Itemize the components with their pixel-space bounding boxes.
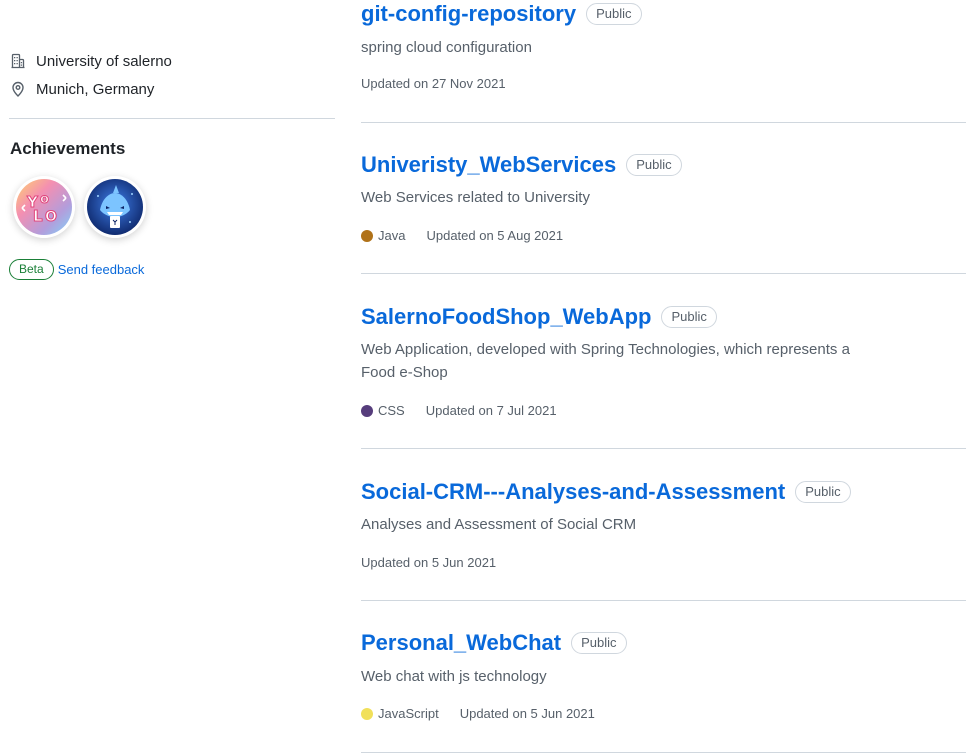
repo-footer: CSS Updated on 7 Jul 2021 <box>361 403 557 418</box>
yolo-badge-icon[interactable]: Y o L O <box>13 176 75 238</box>
repo-language-label: CSS <box>378 403 405 418</box>
repo-name-link[interactable]: SalernoFoodShop_WebApp <box>361 303 651 331</box>
repo-footer: Updated on 27 Nov 2021 <box>361 76 506 91</box>
send-feedback-link[interactable]: Send feedback <box>58 262 145 277</box>
profile-sidebar: University of salerno Munich, Germany Ac… <box>0 0 345 755</box>
repo-divider <box>361 273 966 274</box>
repo-footer: Java Updated on 5 Aug 2021 <box>361 228 563 243</box>
organization-label: University of salerno <box>36 52 172 70</box>
svg-text:L: L <box>33 207 43 225</box>
shark-badge-icon[interactable] <box>84 176 146 238</box>
achievements-title: Achievements <box>10 139 126 158</box>
repo-divider <box>361 600 966 601</box>
visibility-badge: Public <box>795 481 851 503</box>
repo-language-label: JavaScript <box>378 706 439 721</box>
building-icon <box>9 52 27 70</box>
location-label: Munich, Germany <box>36 80 155 98</box>
repo-updated: Updated on 7 Jul 2021 <box>425 403 557 418</box>
location-row: Munich, Germany <box>9 80 154 98</box>
repo-language: CSS <box>361 403 405 418</box>
repo-updated: Updated on 5 Jun 2021 <box>459 706 595 721</box>
repo-name-link[interactable]: Univeristy_WebServices <box>361 151 616 179</box>
repo-updated: Updated on 27 Nov 2021 <box>361 76 506 91</box>
repo-name-link[interactable]: Personal_WebChat <box>361 629 561 657</box>
repo-divider <box>361 122 966 123</box>
location-pin-icon <box>9 80 27 98</box>
repo-language: Java <box>361 228 405 243</box>
svg-text:O: O <box>45 209 57 225</box>
repo-description: Web Services related to University <box>361 189 590 206</box>
repo-description: Web Application, developed with Spring T… <box>361 341 850 381</box>
repo-language-label: Java <box>378 228 406 243</box>
visibility-badge: Public <box>586 3 642 25</box>
repo-name-link[interactable]: git-config-repository <box>361 0 576 28</box>
language-color-dot <box>361 229 373 242</box>
repo-divider <box>361 448 966 449</box>
sidebar-divider <box>9 118 335 119</box>
svg-text:o: o <box>40 192 49 207</box>
visibility-badge: Public <box>661 306 717 328</box>
repo-updated: Updated on 5 Aug 2021 <box>426 228 564 243</box>
repo-description: spring cloud configuration <box>361 39 532 56</box>
repo-language: JavaScript <box>361 706 439 721</box>
repo-footer: JavaScript Updated on 5 Jun 2021 <box>361 706 595 721</box>
repo-name-link[interactable]: Social-CRM---Analyses-and-Assessment <box>361 478 785 506</box>
repo-divider <box>361 752 966 753</box>
language-color-dot <box>361 404 373 417</box>
repo-footer: Updated on 5 Jun 2021 <box>361 555 496 570</box>
beta-feedback-row: Beta Send feedback <box>9 259 144 280</box>
repo-description: Web chat with js technology <box>361 668 547 685</box>
visibility-badge: Public <box>626 154 682 176</box>
visibility-badge: Public <box>571 632 627 654</box>
repo-updated: Updated on 5 Jun 2021 <box>361 555 497 570</box>
beta-badge: Beta <box>9 259 54 280</box>
language-color-dot <box>361 707 373 720</box>
repo-description: Analyses and Assessment of Social CRM <box>361 516 637 533</box>
organization-row: University of salerno <box>9 52 172 70</box>
